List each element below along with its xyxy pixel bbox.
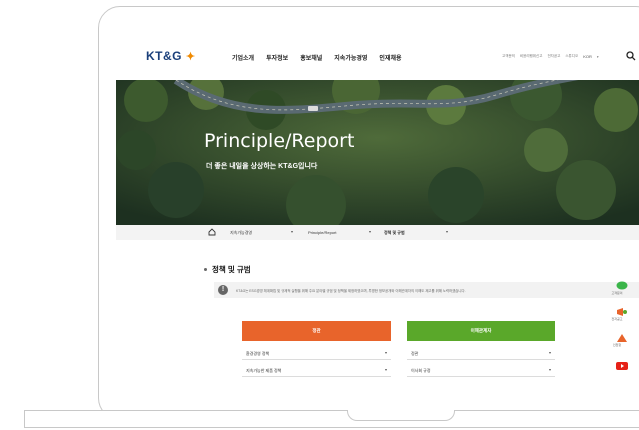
nav-item-careers[interactable]: 인재채용 [379, 53, 401, 62]
laptop-notch [347, 410, 455, 421]
laptop-base [24, 410, 639, 428]
forest-road-image [116, 80, 639, 225]
language-selector[interactable]: KOR [583, 54, 592, 59]
site-header: KT&G ✦ 기업소개 투자정보 홍보채널 지속가능경영 인재채용 고객문의 비… [116, 34, 639, 80]
hero-banner: Principle/Report 더 좋은 내일을 상상하는 KT&G입니다 [116, 80, 639, 225]
select-environment-policy[interactable]: 환경경영 정책 ▾ [242, 347, 391, 360]
util-link-studio[interactable]: 스튜디오 [565, 54, 578, 59]
bullet-dot [204, 268, 207, 271]
select-sustainable-product-policy[interactable]: 지속가능한 제품 정책 ▾ [242, 364, 391, 377]
nav-item-sustainability[interactable]: 지속가능경영 [334, 53, 367, 62]
chevron-down-icon[interactable]: ▾ [291, 229, 293, 234]
megaphone-icon [616, 308, 627, 316]
util-link-report[interactable]: 비윤리행위신고 [520, 54, 543, 59]
person-icon [616, 334, 627, 342]
kt-g-logo[interactable]: KT&G ✦ [146, 49, 196, 63]
breadcrumb-item-principle[interactable]: Principle/Report [308, 230, 336, 235]
hero-subtitle: 더 좋은 내일을 상상하는 KT&G입니다 [206, 163, 318, 170]
breadcrumb: 지속가능경영 ▾ Principle/Report ▾ 정책 및 규범 ▾ [116, 225, 639, 240]
breadcrumb-item-current[interactable]: 정책 및 규범 [384, 230, 405, 236]
stakeholder-button[interactable]: 이해관계자 [407, 321, 555, 341]
quick-item-youtube[interactable] [602, 358, 632, 376]
chat-bubble-icon [616, 281, 627, 290]
info-icon: ! [218, 285, 228, 295]
quick-item-person[interactable]: 인천항 [602, 330, 632, 348]
chevron-down-icon: ▾ [596, 54, 599, 59]
util-link-notice[interactable]: 전자공고 [547, 54, 560, 59]
articles-button[interactable]: 정관 [242, 321, 391, 341]
nav-item-pr[interactable]: 홍보채널 [300, 53, 322, 62]
select-board-regulation[interactable]: 이사회 규정 ▾ [407, 364, 555, 377]
quick-item-chat[interactable]: 고객문의 [602, 278, 632, 296]
leaf-icon: ✦ [185, 51, 196, 63]
chevron-down-icon: ▾ [548, 367, 551, 372]
chevron-down-icon: ▾ [548, 350, 551, 355]
global-nav: 기업소개 투자정보 홍보채널 지속가능경영 인재채용 [232, 53, 402, 62]
home-icon[interactable] [208, 228, 216, 236]
util-link-inquiry[interactable]: 고객문의 [502, 54, 515, 59]
select-articles[interactable]: 정관 ▾ [407, 347, 555, 360]
breadcrumb-item-sustainability[interactable]: 지속가능경영 [230, 230, 252, 236]
notice-box: ! KT&G는 ESG경영 체계확립 및 규제적 실행을 위해 주요 분야별 규… [214, 282, 639, 298]
laptop-screen: KT&G ✦ 기업소개 투자정보 홍보채널 지속가능경영 인재채용 고객문의 비… [116, 34, 639, 387]
chevron-down-icon: ▾ [384, 367, 387, 372]
section-title: 정책 및 규범 [212, 265, 251, 274]
quick-item-notice[interactable]: 전자공고 [602, 304, 632, 322]
nav-item-company[interactable]: 기업소개 [232, 53, 254, 62]
notice-text: KT&G는 ESG경영 체계확립 및 규제적 실행을 위해 주요 분야별 규범 … [236, 289, 466, 293]
hero-title: Principle/Report [204, 130, 355, 152]
utility-links: 고객문의 비윤리행위신고 전자공고 스튜디오 KOR ▾ [502, 54, 599, 59]
nav-item-investment[interactable]: 투자정보 [266, 53, 288, 62]
chevron-down-icon: ▾ [384, 350, 387, 355]
chevron-down-icon[interactable]: ▾ [369, 229, 371, 234]
search-icon[interactable] [626, 51, 636, 61]
youtube-icon [615, 362, 628, 370]
chevron-down-icon[interactable]: ▾ [446, 229, 448, 234]
